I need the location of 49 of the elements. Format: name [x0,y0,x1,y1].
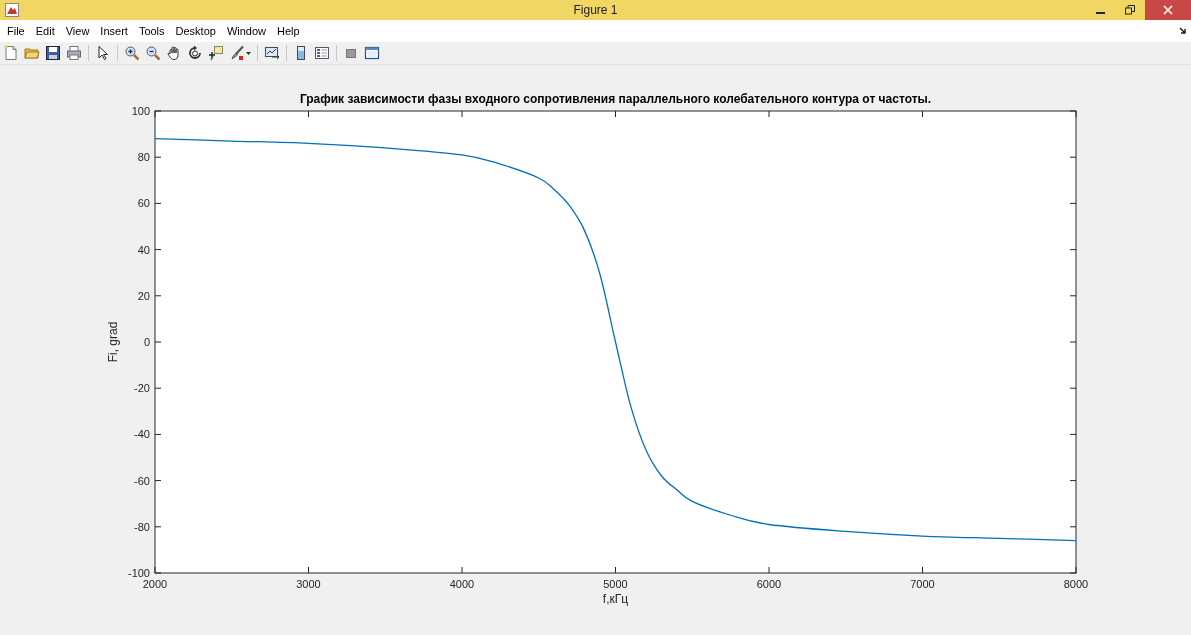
y-tick-label: 20 [137,289,150,302]
menu-item[interactable]: Help [272,25,305,37]
linked-plot-icon[interactable] [264,45,280,61]
y-tick-label: 0 [143,336,150,348]
zoom-in-icon[interactable] [124,45,140,61]
x-tick-label: 5000 [603,578,628,590]
y-tick-label: -60 [134,474,150,487]
caret-icon[interactable] [246,51,251,55]
data-cursor-icon[interactable] [208,45,224,61]
dock-arrow-icon[interactable] [1179,27,1187,35]
hand-icon[interactable] [166,45,182,61]
zoom-out-icon[interactable] [145,45,161,61]
legend-icon[interactable] [314,45,330,61]
menu-item[interactable]: Tools [133,25,170,37]
y-tick-label: 80 [137,151,150,164]
x-tick-label: 7000 [910,578,935,590]
menu-item[interactable]: File [2,25,30,37]
menu-item[interactable]: Edit [30,25,60,37]
rotate-icon[interactable] [187,45,203,61]
x-tick-label: 4000 [449,578,475,590]
y-tick-label: 40 [137,243,150,256]
open-folder-icon[interactable] [24,45,40,61]
window-title: Figure 1 [572,3,619,17]
y-tick-label: 100 [131,105,150,117]
y-tick-label: -80 [134,520,150,533]
app-icon[interactable] [5,3,19,17]
menu-item[interactable]: Window [221,25,272,37]
brush-icon[interactable] [229,45,245,61]
new-file-icon[interactable] [3,45,19,61]
chart-title: График зависимости фазы входного сопротивления параллельного колебательного контура от частоты. [299,92,932,106]
x-tick-label: 2000 [142,578,168,590]
y-tick-label: -100 [127,567,150,579]
x-tick-label: 6000 [756,578,782,590]
x-axis-label: f,кГц [602,592,629,606]
printer-icon[interactable] [66,45,82,61]
y-tick-label: -40 [134,428,150,441]
y-tick-label: 60 [137,197,150,210]
restore-icon [1125,5,1135,15]
menu-item[interactable]: View [60,25,95,37]
x-tick-label: 3000 [296,578,321,590]
y-axis-label: Fi, grad [106,321,120,363]
minimize-icon [1095,12,1105,14]
x-tick-label: 8000 [1063,578,1089,590]
y-tick-label: -20 [134,382,150,395]
pointer-icon[interactable] [95,45,111,61]
close-icon [1163,5,1173,15]
menu-item[interactable]: Insert [95,25,133,37]
menu-item[interactable]: Desktop [170,25,221,37]
window-frame-icon[interactable] [364,45,380,61]
